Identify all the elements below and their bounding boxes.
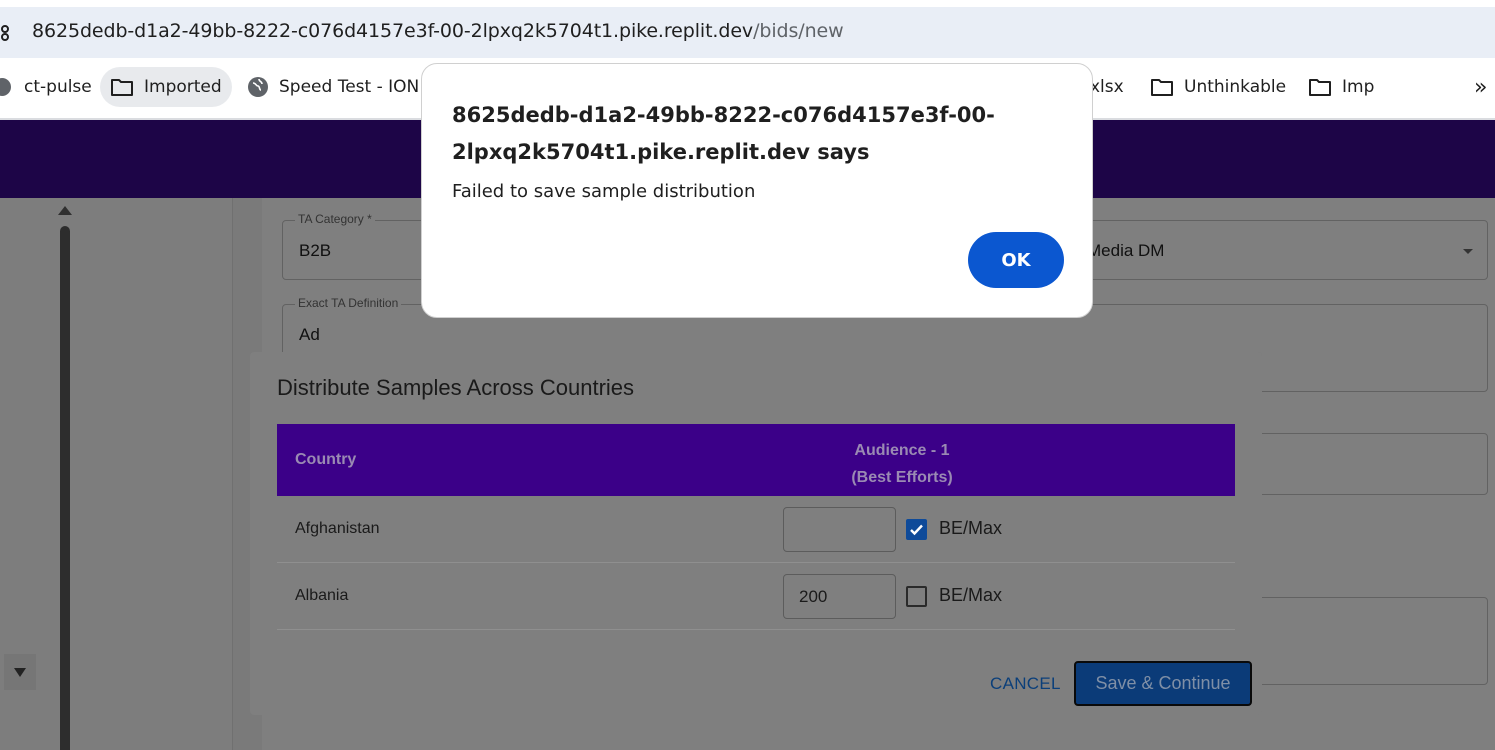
- sample-count-input[interactable]: [783, 507, 896, 552]
- bookmark-imported[interactable]: Imported: [100, 67, 232, 107]
- url-path: /bids/new: [753, 20, 844, 42]
- bookmark-label: Imported: [144, 77, 222, 97]
- bookmark-label: Speed Test - ION: [279, 77, 420, 97]
- checkmark-icon: [910, 524, 923, 536]
- be-max-label: BE/Max: [939, 518, 1003, 538]
- bookmarks-overflow-button[interactable]: »: [1464, 67, 1495, 107]
- country-name: Afghanistan: [295, 520, 380, 537]
- address-url[interactable]: 8625dedb-d1a2-49bb-8222-c076d4157e3f-00-…: [32, 20, 844, 42]
- globe-icon: [0, 78, 11, 96]
- column-header-audience: Audience - 1 (Best Efforts): [817, 437, 987, 491]
- audience-note: (Best Efforts): [851, 469, 953, 486]
- alert-title: 8625dedb-d1a2-49bb-8222-c076d4157e3f-00-…: [452, 103, 995, 164]
- table-row: Afghanistan BE/Max: [277, 496, 1235, 563]
- globe-icon: [248, 77, 268, 97]
- bookmark-speed-test[interactable]: Speed Test - ION: [237, 67, 429, 107]
- country-name: Albania: [295, 587, 349, 604]
- ok-button[interactable]: OK: [968, 232, 1064, 288]
- bookmark-imp[interactable]: Imp: [1298, 67, 1384, 107]
- distribution-table: Country Audience - 1 (Best Efforts) Afgh…: [277, 424, 1235, 630]
- be-max-checkbox[interactable]: [906, 586, 927, 607]
- bookmark-unthinkable[interactable]: Unthinkable: [1140, 67, 1296, 107]
- column-header-country: Country: [295, 451, 357, 468]
- folder-icon: [1151, 79, 1173, 96]
- dialog-title: Distribute Samples Across Countries: [277, 375, 635, 400]
- cancel-button[interactable]: CANCEL: [990, 674, 1061, 694]
- site-settings-icon[interactable]: [0, 21, 16, 43]
- address-bar[interactable]: 8625dedb-d1a2-49bb-8222-c076d4157e3f-00-…: [0, 7, 1495, 58]
- folder-icon: [111, 79, 133, 96]
- tab-strip: [0, 0, 1495, 7]
- table-row: Albania BE/Max: [277, 563, 1235, 630]
- url-host: 8625dedb-d1a2-49bb-8222-c076d4157e3f-00-…: [32, 20, 754, 42]
- bookmark-label: ct-pulse: [24, 77, 92, 97]
- bookmark-label: xlsx: [1090, 77, 1124, 97]
- bookmark-ct-pulse[interactable]: ct-pulse: [0, 67, 102, 107]
- audience-name: Audience - 1: [854, 442, 950, 459]
- table-header: Country Audience - 1 (Best Efforts): [277, 424, 1235, 496]
- save-continue-button[interactable]: Save & Continue: [1074, 661, 1252, 706]
- be-max-checkbox[interactable]: [906, 519, 927, 540]
- chevron-double-right-icon: »: [1474, 74, 1488, 100]
- alert-message: Failed to save sample distribution: [452, 181, 756, 202]
- distribute-samples-dialog: Distribute Samples Across Countries Coun…: [250, 352, 1262, 715]
- browser-alert-dialog: 8625dedb-d1a2-49bb-8222-c076d4157e3f-00-…: [421, 63, 1093, 318]
- bookmark-label: Imp: [1342, 77, 1375, 97]
- folder-icon: [1309, 79, 1331, 96]
- be-max-label: BE/Max: [939, 585, 1003, 605]
- sample-count-input[interactable]: [783, 574, 896, 619]
- bookmark-label: Unthinkable: [1184, 77, 1287, 97]
